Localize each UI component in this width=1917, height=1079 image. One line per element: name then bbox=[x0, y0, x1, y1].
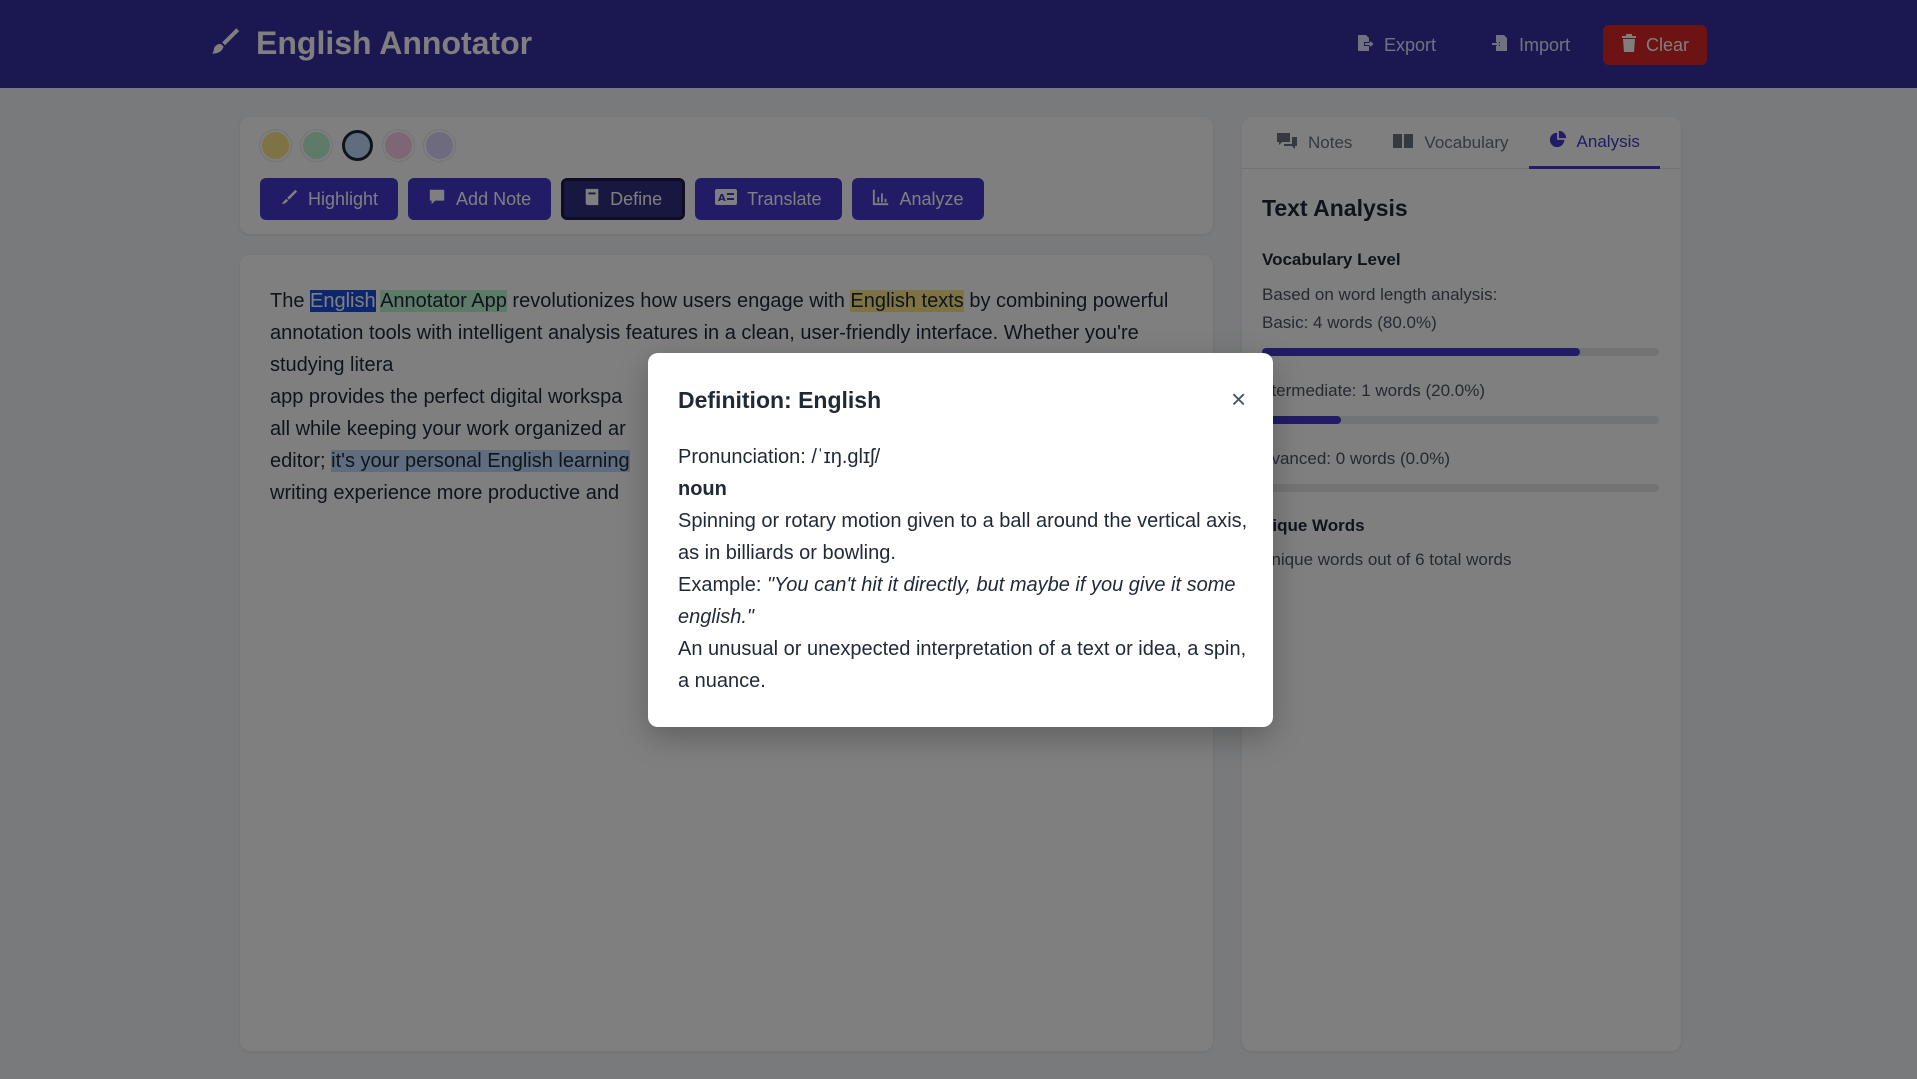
example-label: Example: bbox=[678, 574, 767, 596]
modal-body: Pronunciation: /ˈɪŋ.ɡlɪʃ/ noun Spinning … bbox=[678, 441, 1248, 697]
definition-modal: Definition: English × Pronunciation: /ˈɪ… bbox=[648, 353, 1273, 727]
pronunciation: Pronunciation: /ˈɪŋ.ɡlɪʃ/ bbox=[678, 446, 881, 468]
close-icon[interactable]: × bbox=[1231, 385, 1246, 413]
definition-2: An unusual or unexpected interpretation … bbox=[678, 638, 1247, 692]
modal-title: Definition: English bbox=[678, 387, 882, 413]
example-line: Example: "You can't hit it directly, but… bbox=[678, 569, 1248, 633]
part-of-speech: noun bbox=[678, 478, 727, 500]
definition-1: Spinning or rotary motion given to a bal… bbox=[678, 510, 1248, 564]
